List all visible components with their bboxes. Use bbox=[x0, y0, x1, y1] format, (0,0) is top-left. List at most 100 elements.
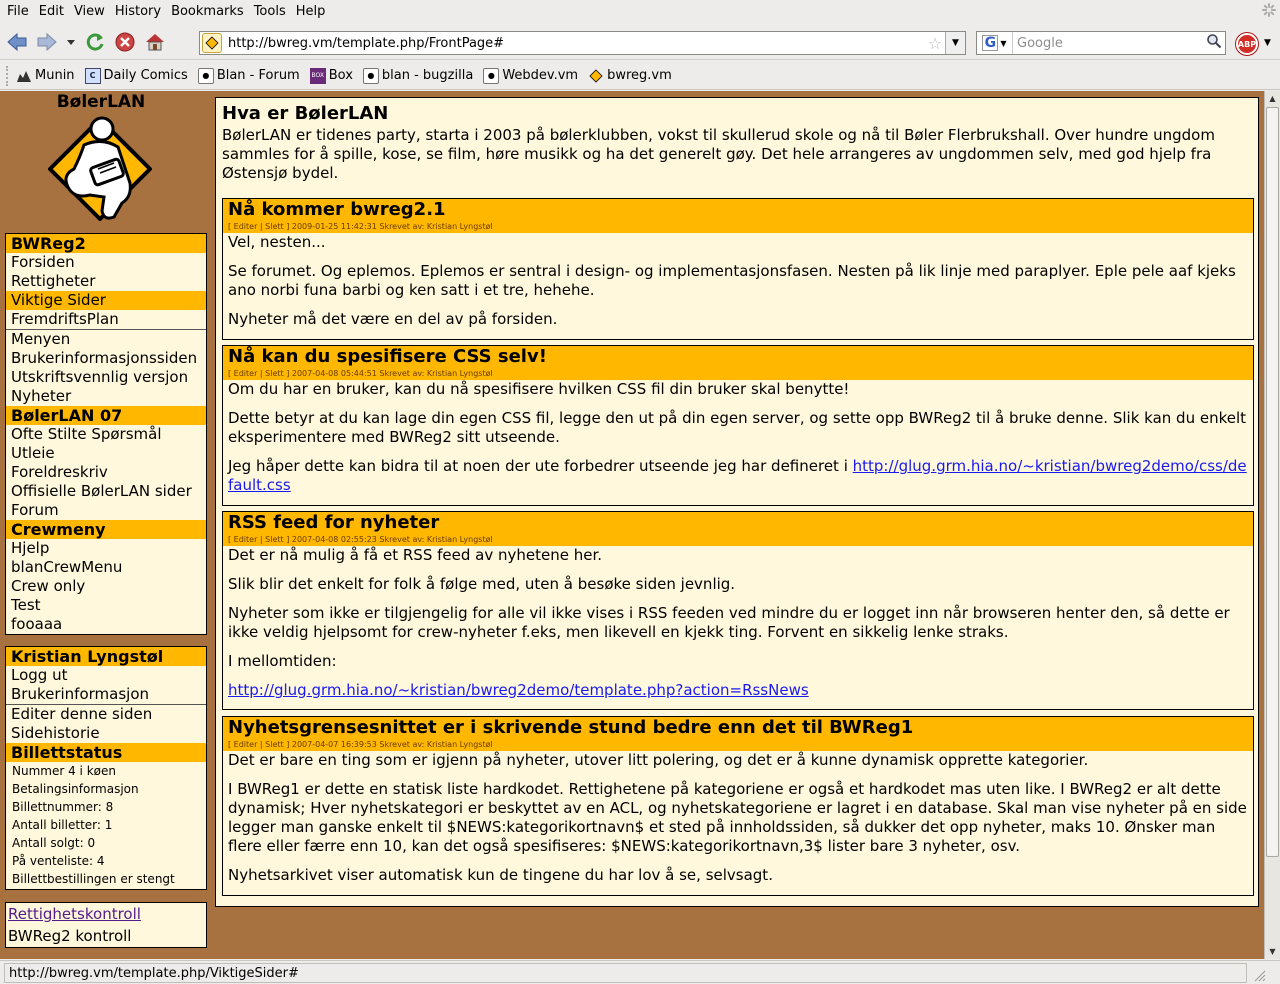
scroll-up-button[interactable]: ▲ bbox=[1265, 91, 1280, 106]
back-button[interactable] bbox=[4, 29, 30, 55]
abp-dropdown-button[interactable]: ▼ bbox=[1264, 38, 1271, 48]
ticket-status-heading: Billettstatus bbox=[6, 743, 206, 762]
news-paragraph: Det er bare en ting som er igjenn på nyh… bbox=[228, 751, 1089, 769]
navigation-toolbar: http://bwreg.vm/template.php/FrontPage# … bbox=[0, 24, 1280, 60]
resize-grip-icon[interactable] bbox=[1247, 963, 1267, 983]
page-history-link[interactable]: Sidehistorie bbox=[6, 724, 206, 743]
sidebar-menu-item[interactable]: Foreldreskriv bbox=[6, 463, 206, 482]
news-paragraph: Nyheter må det være en del av på forside… bbox=[228, 310, 558, 328]
url-bar[interactable]: http://bwreg.vm/template.php/FrontPage# … bbox=[199, 31, 966, 55]
news-meta[interactable]: [ Editer | Slett ] 2009-01-25 11:42:31 S… bbox=[228, 221, 1253, 233]
news-paragraph: Om du har en bruker, kan du nå spesifise… bbox=[228, 380, 850, 398]
search-input[interactable]: Google bbox=[1013, 36, 1203, 51]
menu-view[interactable]: View bbox=[69, 4, 110, 19]
bookmark-munin[interactable]: Munin bbox=[16, 68, 75, 84]
rights-control-link[interactable]: Rettighetskontroll bbox=[6, 905, 206, 924]
intro-text: BølerLAN er tidenes party, starta i 2003… bbox=[222, 126, 1215, 182]
news-meta[interactable]: [ Editer | Slett ] 2007-04-08 05:44:51 S… bbox=[228, 368, 1253, 380]
sidebar-menu-item[interactable]: Menyen bbox=[6, 330, 206, 349]
news-paragraph: Dette betyr at du kan lage din egen CSS … bbox=[228, 409, 1247, 446]
menu-section-heading: BølerLAN 07 bbox=[6, 406, 206, 425]
bookmark-bwreg[interactable]: bwreg.vm bbox=[588, 68, 672, 84]
rss-link[interactable]: http://glug.grm.hia.no/~kristian/bwreg2d… bbox=[228, 681, 809, 699]
news-paragraph: Jeg håper dette kan bidra til at noen de… bbox=[228, 457, 1247, 494]
bwreg2-control-link[interactable]: BWReg2 kontroll bbox=[6, 927, 206, 946]
search-bar[interactable]: G ▼ Google bbox=[976, 31, 1226, 55]
menu-tools[interactable]: Tools bbox=[249, 4, 291, 19]
reload-icon bbox=[86, 33, 104, 51]
scrollbar-thumb[interactable] bbox=[1266, 107, 1279, 857]
sidebar-menu-item[interactable]: Crew only bbox=[6, 577, 206, 596]
search-engine-selector[interactable]: G ▼ bbox=[977, 32, 1013, 54]
back-arrow-icon bbox=[7, 32, 27, 51]
bookmark-webdev[interactable]: ● Webdev.vm bbox=[483, 67, 578, 84]
menu-edit[interactable]: Edit bbox=[34, 4, 69, 19]
main-menu-box: BWReg2 Forsiden Rettigheter Viktige Sider Fr… bbox=[5, 233, 207, 635]
logout-link[interactable]: Logg ut bbox=[6, 666, 206, 685]
menu-help[interactable]: Help bbox=[291, 4, 331, 19]
home-button[interactable] bbox=[142, 29, 168, 55]
news-paragraph: I mellomtiden: bbox=[228, 652, 337, 670]
news-paragraph: Nyheter som ikke er tilgjengelig for all… bbox=[228, 604, 1230, 641]
sidebar-menu-item[interactable]: fooaaa bbox=[6, 615, 206, 634]
sidebar-menu-item[interactable]: Utleie bbox=[6, 444, 206, 463]
bookmark-daily-comics[interactable]: C Daily Comics bbox=[84, 67, 188, 84]
news-paragraph: Vel, nesten... bbox=[228, 233, 326, 251]
sidebar-menu-item[interactable]: Nyheter bbox=[6, 387, 206, 406]
news-meta[interactable]: [ Editer | Slett ] 2007-04-08 02:55:23 S… bbox=[228, 534, 1253, 546]
sidebar-menu-item[interactable]: Brukerinformasjonssiden bbox=[6, 349, 206, 368]
news-header: Nå kan du spesifisere CSS selv! [ Editer… bbox=[223, 346, 1253, 380]
abp-icon: ABP bbox=[1237, 39, 1257, 49]
history-dropdown-button[interactable] bbox=[64, 29, 78, 55]
home-icon bbox=[146, 33, 164, 50]
ticket-status-line: Antall billetter: 1 bbox=[12, 818, 113, 832]
menu-file[interactable]: File bbox=[2, 4, 34, 19]
sidebar-menu-item[interactable]: blanCrewMenu bbox=[6, 558, 206, 577]
bookmark-box[interactable]: BOX Box bbox=[309, 67, 353, 84]
sidebar-menu-item[interactable]: Ofte Stilte Spørsmål bbox=[6, 425, 206, 444]
page-icon: ● bbox=[197, 67, 214, 84]
news-meta[interactable]: [ Editer | Slett ] 2007-04-07 16:39:53 S… bbox=[228, 739, 1253, 751]
bookmark-blan-forum[interactable]: ● Blan - Forum bbox=[197, 67, 300, 84]
vertical-scrollbar[interactable]: ▲ ▼ bbox=[1264, 91, 1280, 959]
news-item: RSS feed for nyheter [ Editer | Slett ] … bbox=[222, 511, 1254, 710]
sidebar-menu-item[interactable]: Viktige Sider bbox=[6, 291, 206, 310]
bookmark-star-icon[interactable]: ☆ bbox=[925, 34, 945, 53]
sidebar-menu-item[interactable]: Utskriftsvennlig versjon bbox=[6, 368, 206, 387]
status-text: http://bwreg.vm/template.php/ViktigeSide… bbox=[4, 962, 1247, 983]
userinfo-link[interactable]: Brukerinformasjon bbox=[6, 685, 206, 704]
bookmarks-toolbar: Munin C Daily Comics ● Blan - Forum BOX Box… bbox=[0, 62, 1280, 90]
scroll-down-button[interactable]: ▼ bbox=[1265, 944, 1280, 959]
chevron-down-icon bbox=[67, 39, 75, 45]
sidebar-menu-item[interactable]: Forum bbox=[6, 501, 206, 520]
menu-bar: File Edit View History Bookmarks Tools H… bbox=[0, 0, 1280, 22]
search-go-button[interactable] bbox=[1203, 33, 1225, 53]
sidebar-menu-item[interactable]: Hjelp bbox=[6, 539, 206, 558]
status-bar: http://bwreg.vm/template.php/ViktigeSide… bbox=[0, 960, 1280, 984]
sidebar-menu-item[interactable]: Rettigheter bbox=[6, 272, 206, 291]
news-body: Om du har en bruker, kan du nå spesifise… bbox=[223, 380, 1253, 495]
menu-bookmarks[interactable]: Bookmarks bbox=[166, 4, 249, 19]
menu-section-heading: BWReg2 bbox=[6, 234, 206, 253]
daily-comics-icon: C bbox=[84, 67, 101, 84]
sidebar-menu-item[interactable]: Forsiden bbox=[6, 253, 206, 272]
sidebar-menu-item[interactable]: Offisielle BølerLAN sider bbox=[6, 482, 206, 501]
url-dropdown-button[interactable]: ▼ bbox=[945, 32, 965, 54]
reload-button[interactable] bbox=[82, 29, 108, 55]
page-title: Hva er BølerLAN bbox=[222, 103, 389, 124]
stop-icon bbox=[115, 32, 135, 51]
sidebar-menu-item[interactable]: Test bbox=[6, 596, 206, 615]
page-viewport: BølerLAN BWReg2 Forsiden Rettigheter Viktig… bbox=[0, 91, 1264, 959]
ticket-status-list: Nummer 4 i køen Betalingsinformasjon Bille… bbox=[6, 762, 206, 889]
ticket-status-line[interactable]: Betalingsinformasjon bbox=[6, 780, 206, 798]
url-text[interactable]: http://bwreg.vm/template.php/FrontPage# bbox=[228, 36, 925, 51]
stop-button[interactable] bbox=[112, 29, 138, 55]
box-icon: BOX bbox=[309, 67, 326, 84]
menu-history[interactable]: History bbox=[110, 4, 166, 19]
bookmark-blan-bugzilla[interactable]: ● blan - bugzilla bbox=[362, 67, 473, 84]
adblock-plus-button[interactable]: ABP bbox=[1236, 33, 1258, 55]
edit-page-link[interactable]: Editer denne siden bbox=[6, 705, 206, 724]
sidebar-menu-item[interactable]: FremdriftsPlan bbox=[6, 310, 206, 329]
forward-button[interactable] bbox=[34, 29, 60, 55]
news-title: RSS feed for nyheter bbox=[228, 512, 440, 533]
